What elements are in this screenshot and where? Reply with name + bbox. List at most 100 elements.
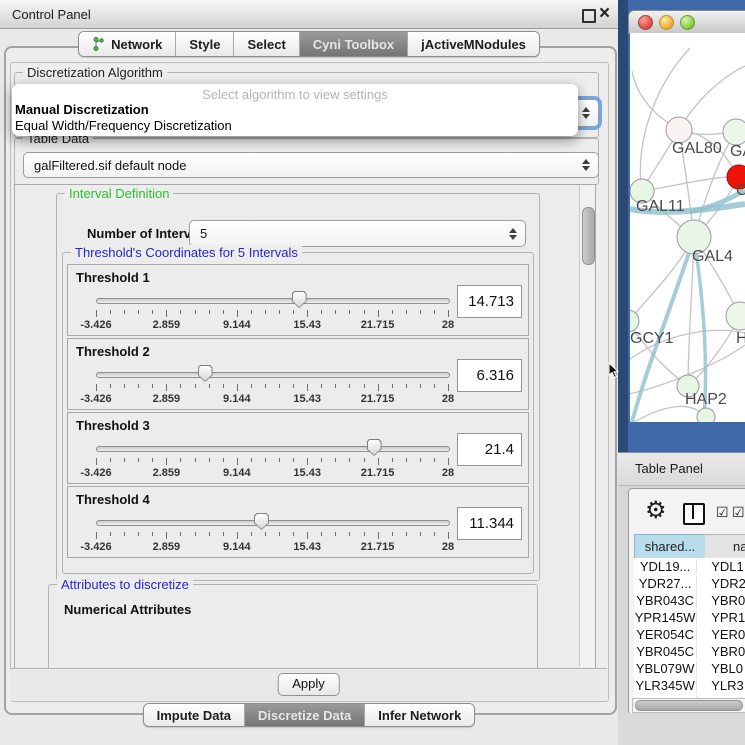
slider-tick [124, 384, 125, 388]
settings-scrollbar-thumb[interactable] [582, 207, 595, 265]
cell-shared-name[interactable]: YDL19... [634, 559, 696, 574]
slider-tick [265, 532, 266, 536]
table-row[interactable]: YPR145WYPR1 [634, 609, 745, 626]
slider-tick [180, 310, 181, 314]
algorithm-group-title: Discretization Algorithm [23, 65, 167, 80]
slider-track[interactable] [96, 520, 450, 526]
slider-tick [378, 384, 379, 391]
tab-impute-data[interactable]: Impute Data [144, 704, 244, 726]
slider-track[interactable] [96, 446, 450, 452]
apply-button[interactable]: Apply [277, 673, 340, 696]
close-traffic-light-icon[interactable] [638, 15, 653, 30]
slider-tick-label: 28 [442, 319, 454, 331]
slider-tick [223, 458, 224, 462]
table-row[interactable]: YBR045CYBR0 [634, 643, 745, 660]
node[interactable] [726, 302, 745, 330]
attributes-group-title: Attributes to discretize [57, 577, 193, 592]
slider-tick-label: 21.715 [361, 393, 395, 405]
slider-track[interactable] [96, 298, 450, 304]
threshold-value-field[interactable]: 6.316 [457, 359, 522, 392]
node[interactable] [723, 119, 745, 145]
table-row[interactable]: YDR27...YDR2 [634, 575, 745, 592]
threshold-slider[interactable]: -3.4262.8599.14415.4321.71528 [68, 487, 468, 557]
table-hscrollbar[interactable] [632, 698, 745, 713]
cell-shared-name[interactable]: YPR145W [634, 610, 696, 625]
slider-tick [335, 384, 336, 388]
cell-name[interactable]: YDR2 [696, 576, 745, 591]
checkbox-icon[interactable]: ☑ [716, 505, 729, 519]
slider-thumb[interactable] [292, 291, 307, 308]
column-header-shared-name[interactable]: shared... [634, 534, 706, 559]
mouse-cursor [608, 362, 620, 379]
table-panel-header: Table Panel [618, 452, 745, 486]
slider-track[interactable] [96, 372, 450, 378]
table-row[interactable]: YBR043CYBR0 [634, 592, 745, 609]
threshold-slider[interactable]: -3.4262.8599.14415.4321.71528 [68, 265, 468, 335]
tab-network[interactable]: Network [79, 32, 175, 56]
popup-item-equal-width[interactable]: Equal Width/Frequency Discretization [15, 118, 232, 133]
network-edge[interactable] [642, 177, 739, 191]
slider-tick [307, 384, 308, 391]
slider-tick [307, 458, 308, 465]
slider-thumb[interactable] [254, 513, 269, 530]
close-icon[interactable]: × [599, 2, 610, 26]
slider-tick [293, 310, 294, 314]
slider-tick [152, 458, 153, 462]
column-header-name[interactable]: na [705, 534, 745, 559]
column-layout-icon[interactable] [683, 503, 705, 525]
node[interactable] [697, 408, 715, 422]
table-row[interactable]: YDL19...YDL1 [634, 558, 745, 575]
slider-tick-label: 15.43 [293, 393, 321, 405]
slider-tick [166, 458, 167, 465]
cell-shared-name[interactable]: YLR345W [634, 678, 696, 693]
cell-shared-name[interactable]: YBR045C [634, 644, 696, 659]
table-row[interactable]: YBL079WYBL0 [634, 660, 745, 677]
node-label: H [736, 330, 745, 347]
cell-name[interactable]: YBL0 [696, 661, 745, 676]
cell-shared-name[interactable]: YER054C [634, 627, 696, 642]
GCY1-node[interactable] [630, 310, 639, 332]
cell-name[interactable]: YLR3 [696, 678, 745, 693]
slider-tick [180, 384, 181, 388]
slider-thumb[interactable] [367, 439, 382, 456]
slider-tick-label: 9.144 [223, 393, 251, 405]
slider-thumb[interactable] [198, 365, 213, 382]
table-data-combobox[interactable]: galFiltered.sif default node [23, 152, 599, 178]
checkbox-icon[interactable]: ☑ [732, 505, 745, 519]
threshold-slider[interactable]: -3.4262.8599.14415.4321.71528 [68, 413, 468, 483]
threshold-value-field[interactable]: 11.344 [457, 507, 522, 540]
tab-style[interactable]: Style [175, 32, 233, 56]
threshold-slider[interactable]: -3.4262.8599.14415.4321.71528 [68, 339, 468, 409]
table-row[interactable]: YER054CYER0 [634, 626, 745, 643]
tab-cyni-toolbox[interactable]: Cyni Toolbox [299, 32, 407, 56]
cell-name[interactable]: YBR0 [696, 644, 745, 659]
threshold-value-field[interactable]: 14.713 [457, 285, 522, 318]
float-window-icon[interactable] [582, 9, 596, 23]
popup-item-manual-discretization[interactable]: Manual Discretization [15, 102, 149, 117]
minimize-traffic-light-icon[interactable] [659, 15, 674, 30]
bottom-tab-bar: Impute Data Discretize Data Infer Networ… [0, 703, 618, 727]
gear-icon[interactable]: ⚙ [645, 499, 667, 523]
cell-name[interactable]: YER0 [696, 627, 745, 642]
algorithm-dropdown-popup: Select algorithm to view settings Manual… [12, 84, 578, 136]
cell-shared-name[interactable]: YBR043C [634, 593, 696, 608]
settings-scrollbar[interactable] [579, 185, 595, 667]
tab-jactivemnodules[interactable]: jActiveMNodules [407, 32, 539, 56]
tab-discretize-data[interactable]: Discretize Data [244, 704, 364, 726]
tab-select[interactable]: Select [233, 32, 298, 56]
slider-tick [406, 532, 407, 536]
cell-shared-name[interactable]: YDR27... [634, 576, 696, 591]
number-of-intervals-combobox[interactable]: 5 [189, 220, 526, 247]
table-row[interactable]: YLR345WYLR3 [634, 677, 745, 694]
threshold-value-field[interactable]: 21.4 [457, 433, 522, 466]
tab-infer-network[interactable]: Infer Network [364, 704, 474, 726]
zoom-traffic-light-icon[interactable] [680, 15, 695, 30]
network-view-canvas[interactable]: GAL80GACGAL11GAL4GCY1HHAP2 [630, 33, 745, 422]
cell-shared-name[interactable]: YBL079W [634, 661, 696, 676]
cell-name[interactable]: YDL1 [696, 559, 745, 574]
network-edge[interactable] [630, 406, 706, 422]
cell-name[interactable]: YPR1 [696, 610, 745, 625]
slider-tick-label: 2.859 [153, 541, 181, 553]
table-hscrollbar-thumb[interactable] [635, 700, 743, 711]
cell-name[interactable]: YBR0 [696, 593, 745, 608]
